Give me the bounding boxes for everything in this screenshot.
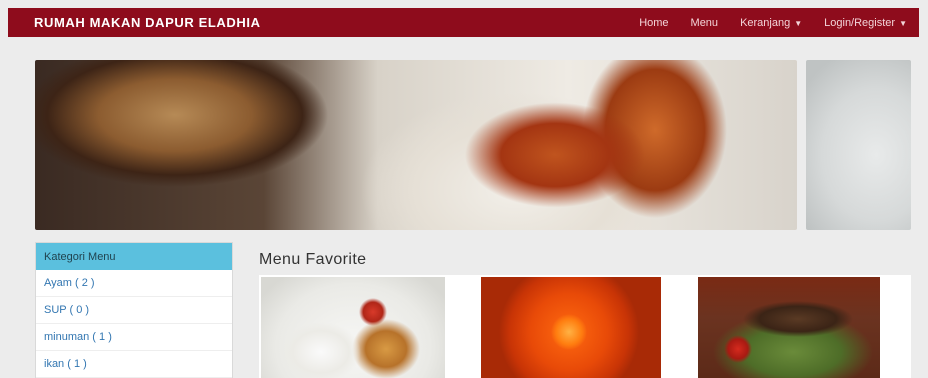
category-item-ayam[interactable]: Ayam ( 2 ): [36, 270, 232, 297]
menu-item-image-chicken-rice[interactable]: [261, 277, 445, 378]
nav-home-link[interactable]: Home: [639, 17, 668, 29]
nav-cart-dropdown[interactable]: Keranjang ▼: [740, 17, 802, 29]
nav-login-label: Login/Register: [824, 16, 896, 29]
category-sidebar: Kategori Menu Ayam ( 2 ) SUP ( 0 ) minum…: [35, 242, 233, 378]
nav-login-dropdown[interactable]: Login/Register ▼: [824, 17, 907, 29]
page: RUMAH MAKAN DAPUR ELADHIA Home Menu Kera…: [0, 0, 928, 378]
category-item-sup[interactable]: SUP ( 0 ): [36, 297, 232, 324]
category-item-minuman[interactable]: minuman ( 1 ): [36, 324, 232, 351]
favorite-menu-panel: [259, 275, 911, 378]
nav-menu-link[interactable]: Menu: [691, 17, 719, 29]
category-item-ikan[interactable]: ikan ( 1 ): [36, 351, 232, 378]
menu-item-image-flower[interactable]: [481, 277, 661, 378]
caret-down-icon: ▼: [899, 18, 907, 28]
caret-down-icon: ▼: [794, 18, 803, 28]
menu-item-image-grilled-fish[interactable]: [698, 277, 880, 378]
carousel-slide-active[interactable]: [35, 60, 797, 230]
carousel-slide-next[interactable]: [806, 60, 911, 230]
section-title-menu-favorite: Menu Favorite: [259, 251, 367, 268]
category-header: Kategori Menu: [36, 243, 232, 270]
nav-menu: Home Menu Keranjang ▼ Login/Register ▼: [639, 17, 907, 29]
nav-cart-label: Keranjang: [740, 16, 791, 29]
brand-logo-text[interactable]: RUMAH MAKAN DAPUR ELADHIA: [34, 15, 261, 30]
navbar: RUMAH MAKAN DAPUR ELADHIA Home Menu Kera…: [8, 8, 919, 37]
